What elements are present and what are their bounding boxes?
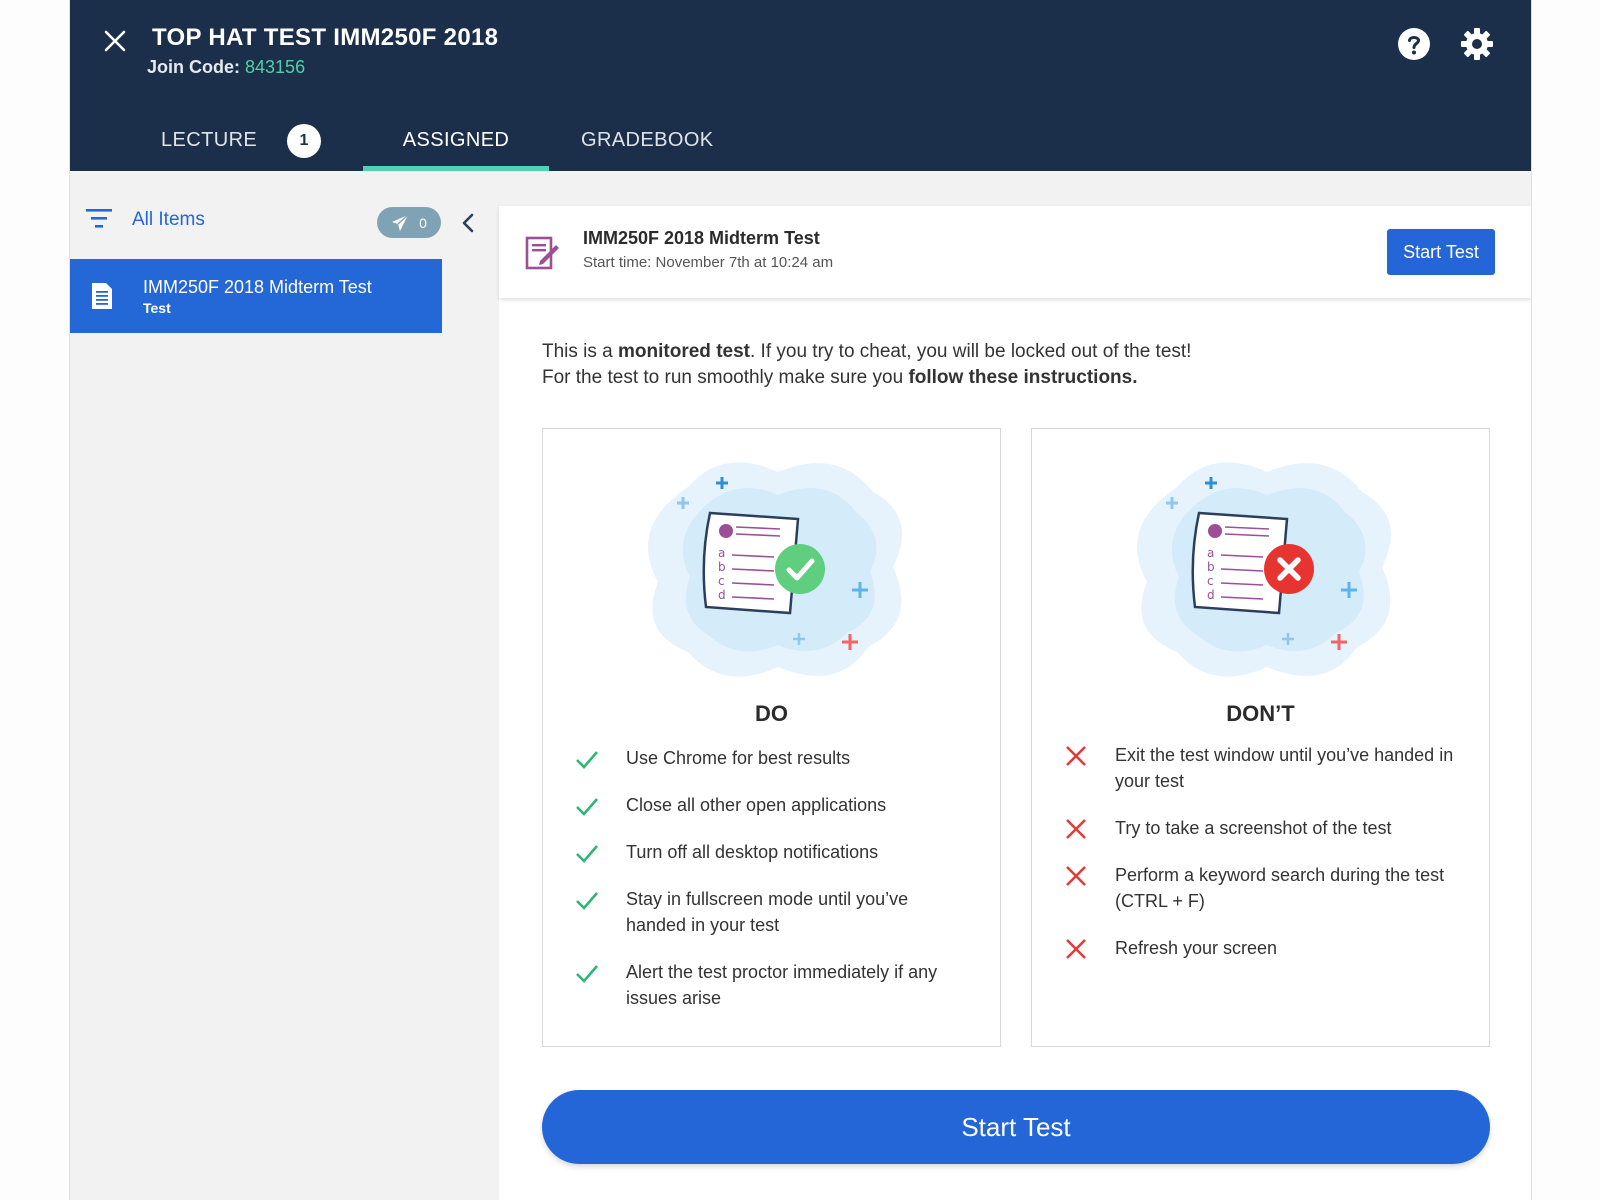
tab-assigned[interactable]: ASSIGNED (363, 110, 549, 171)
sidebar-item-title: IMM250F 2018 Midterm Test (143, 277, 372, 297)
filter-icon[interactable] (86, 207, 114, 229)
send-icon (392, 213, 409, 231)
page-margin-right (1532, 0, 1600, 1200)
dont-item-text: Refresh your screen (1115, 938, 1278, 958)
option-letter-d: d (1207, 588, 1215, 602)
monitored-test-notice: This is a monitored test. If you try to … (542, 339, 1191, 391)
dont-item: Exit the test window until you’ve handed… (1062, 742, 1462, 794)
dont-panel: a b c d DON’T Exit the test window until… (1031, 428, 1490, 1047)
page-margin-left (0, 0, 69, 1200)
do-item: Stay in fullscreen mode until you’ve han… (573, 886, 973, 938)
chevron-left-icon[interactable] (458, 211, 478, 235)
do-item-text: Close all other open applications (626, 795, 887, 815)
checkmark-icon (576, 798, 598, 816)
sidebar-item-kind: Test (143, 300, 171, 316)
checkmark-icon (576, 751, 598, 769)
dont-item-text: Exit the test window until you’ve handed… (1115, 745, 1454, 791)
sidebar-item-midterm-test[interactable]: IMM250F 2018 Midterm Test Test (70, 259, 442, 333)
do-item-text: Stay in fullscreen mode until you’ve han… (626, 889, 909, 935)
notice-line-2: For the test to run smoothly make sure y… (542, 365, 1191, 391)
checkmark-icon (576, 845, 598, 863)
filter-all-items[interactable]: All Items (132, 209, 205, 231)
dont-item: Refresh your screen (1062, 935, 1462, 961)
notice-text: . If you try to cheat, you will be locke… (749, 341, 1192, 362)
gear-icon[interactable] (1460, 27, 1494, 61)
do-heading: DO (755, 701, 788, 726)
cross-icon (1066, 866, 1086, 886)
option-letter-d: d (718, 588, 726, 602)
cross-icon (1066, 939, 1086, 959)
checkmark-icon (576, 965, 598, 983)
option-letter-b: b (718, 560, 726, 574)
dont-illustration: a b c d (1137, 462, 1391, 677)
option-letter-a: a (1207, 546, 1214, 560)
close-icon[interactable] (100, 26, 130, 56)
do-list: Use Chrome for best results Close all ot… (573, 745, 973, 1032)
notice-line-1: This is a monitored test. If you try to … (542, 339, 1191, 365)
test-edit-icon (525, 236, 559, 270)
notice-text: For the test to run smoothly make sure y… (542, 367, 909, 388)
main-content: IMM250F 2018 Midterm Test Start time: No… (499, 206, 1531, 1200)
do-item: Alert the test proctor immediately if an… (573, 959, 973, 1011)
tab-assigned-label: ASSIGNED (402, 129, 510, 151)
sent-count-badge[interactable]: 0 (377, 207, 441, 238)
test-start-time: Start time: November 7th at 10:24 am (583, 254, 834, 271)
tab-lecture-label: LECTURE (161, 129, 258, 151)
do-illustration: a b c d (648, 462, 902, 677)
option-letter-c: c (1207, 574, 1214, 588)
sent-count: 0 (419, 214, 427, 231)
lecture-count-badge: 1 (287, 123, 322, 158)
tab-lecture[interactable]: LECTURE 1 (161, 110, 322, 171)
document-icon (92, 283, 112, 309)
cross-icon (1066, 819, 1086, 839)
do-item-text: Alert the test proctor immediately if an… (626, 962, 938, 1008)
option-letter-b: b (1207, 560, 1215, 574)
tab-gradebook[interactable]: GRADEBOOK (581, 110, 714, 171)
start-test-button-header[interactable]: Start Test (1387, 229, 1495, 275)
app-window: TOP HAT TEST IMM250F 2018 Join Code: 843… (69, 0, 1532, 1200)
sidebar: All Items 0 IMM250F 2018 Midterm Test Te… (70, 171, 490, 1200)
cross-icon (1066, 746, 1086, 766)
help-icon[interactable] (1397, 27, 1431, 61)
test-card: IMM250F 2018 Midterm Test Start time: No… (499, 206, 1531, 298)
do-item-text: Turn off all desktop notifications (626, 842, 879, 862)
tab-gradebook-label: GRADEBOOK (581, 129, 714, 151)
dont-list: Exit the test window until you’ve handed… (1062, 742, 1462, 982)
test-title: IMM250F 2018 Midterm Test (583, 228, 820, 248)
course-header: TOP HAT TEST IMM250F 2018 Join Code: 843… (70, 0, 1531, 171)
dont-heading: DON’T (1226, 701, 1295, 726)
do-item: Close all other open applications (573, 792, 973, 818)
start-test-button[interactable]: Start Test (542, 1090, 1490, 1164)
checkmark-icon (576, 892, 598, 910)
join-code-label: Join Code: (147, 57, 240, 77)
notice-emphasis: follow these instructions. (908, 367, 1138, 388)
dont-item: Perform a keyword search during the test… (1062, 862, 1462, 914)
course-title: TOP HAT TEST IMM250F 2018 (152, 24, 499, 51)
do-item: Turn off all desktop notifications (573, 839, 973, 865)
notice-text: This is a (542, 341, 619, 362)
join-code-value: 843156 (245, 57, 306, 77)
do-item: Use Chrome for best results (573, 745, 973, 771)
option-letter-c: c (718, 574, 725, 588)
dont-item-text: Perform a keyword search during the test… (1115, 865, 1445, 911)
join-code: Join Code: 843156 (147, 57, 305, 78)
course-tabs: LECTURE 1 ASSIGNED GRADEBOOK (70, 110, 970, 171)
notice-emphasis: monitored test (618, 341, 750, 362)
do-panel: a b c d DO Use Chrome for best results C… (542, 428, 1001, 1047)
do-item-text: Use Chrome for best results (626, 748, 851, 768)
dont-item-text: Try to take a screenshot of the test (1115, 818, 1392, 838)
option-letter-a: a (718, 546, 725, 560)
dont-item: Try to take a screenshot of the test (1062, 815, 1462, 841)
